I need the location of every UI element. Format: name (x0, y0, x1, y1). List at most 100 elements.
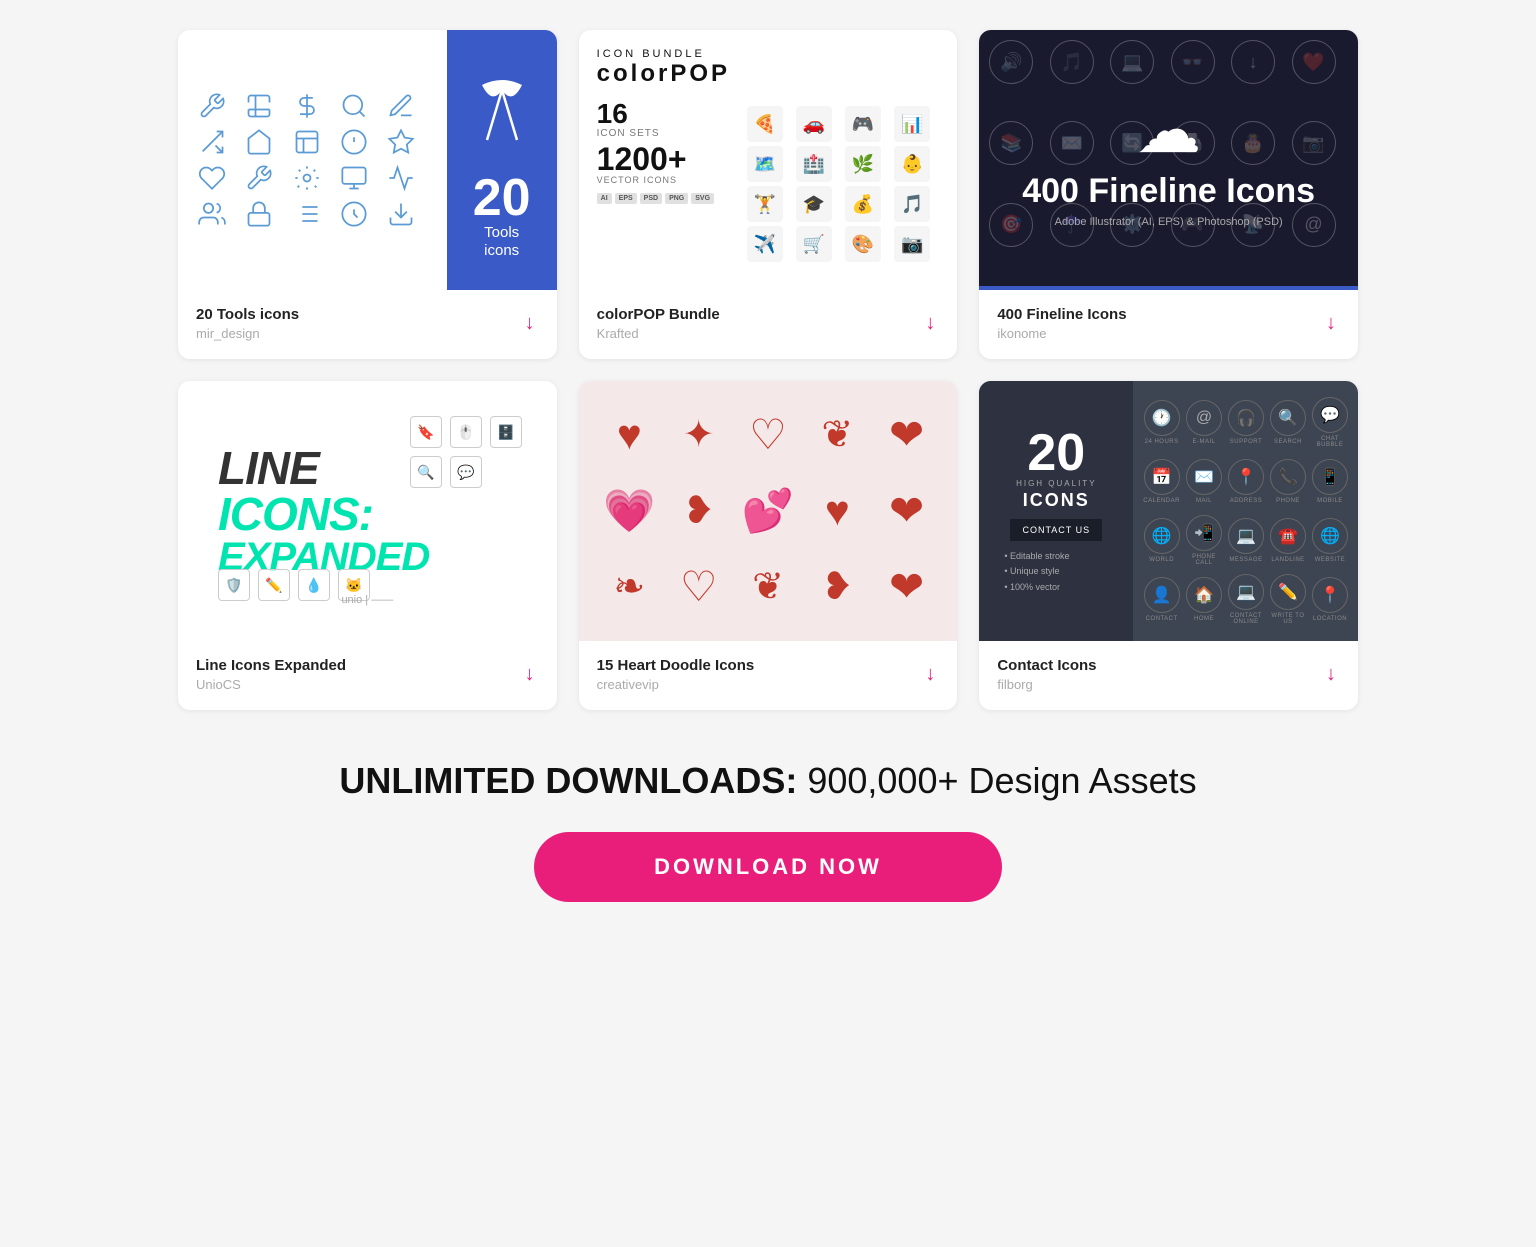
card-tools-image: 20 Toolsicons (178, 30, 557, 290)
contact-icons-label: ICONS (1023, 490, 1090, 511)
heart-2: ✦ (683, 416, 715, 454)
contact-cell-calendar: 📅 CALENDAR (1143, 459, 1180, 504)
card-contact-footer: Contact Icons filborg ↓ (979, 641, 1358, 710)
mini-icon: 🏥 (796, 146, 832, 182)
colorpop-left: 16 ICON SETS 1200+ VECTOR ICONS AI EPS P… (597, 96, 737, 272)
heart-12: ♡ (680, 566, 718, 608)
mobile-icon: 📱 (1312, 459, 1348, 495)
heart-1: ♥ (617, 414, 642, 456)
phonecall-label: PHONE CALL (1186, 554, 1222, 566)
side-icon: 💬 (450, 456, 482, 488)
colorpop-logo-sub: ICON BUNDLE (597, 48, 940, 60)
line-word: LINE (218, 445, 429, 491)
contact-bg: 20 HIGH QUALITY ICONS CONTACT US Editabl… (979, 381, 1358, 641)
card-hearts: ♥ ✦ ♡ ❦ ❤ 💗 ❥ 💕 ♥ ❤ ❧ ♡ ❦ ❥ ❤ 15 Hea (579, 381, 958, 710)
heart-10: ❤ (889, 490, 924, 532)
contact-cell-phonecall: 📲 PHONE CALL (1186, 515, 1222, 566)
contact-cell-address: 📍 ADDRESS (1228, 459, 1264, 504)
card-line-image: 🔖 🖱️ 🗄️ 🔍 💬 LINE ICONS: EXPANDED (178, 381, 557, 641)
address-icon: 📍 (1228, 459, 1264, 495)
card-tools-icons: 20 Toolsicons 20 Tools icons mir_design … (178, 30, 557, 359)
chat-label: CHAT BUBBLE (1312, 436, 1348, 448)
mini-icon: 🗺️ (747, 146, 783, 182)
pliers-icon (472, 70, 532, 162)
side-icon: 🗄️ (490, 416, 522, 448)
tools-label: Toolsicons (484, 224, 519, 260)
heart-11: ❧ (613, 568, 645, 606)
website-icon: 🌐 (1312, 518, 1348, 554)
heart-8: 💕 (742, 490, 794, 532)
mini-icon: ✈️ (747, 226, 783, 262)
line-icons-text: LINE ICONS: EXPANDED (218, 445, 429, 577)
contact-us-label: CONTACT US (1010, 519, 1102, 541)
email-label: E-MAIL (1192, 439, 1215, 445)
fi-icon: ↓ (1231, 40, 1275, 84)
fi-icon: 💻 (1110, 40, 1154, 84)
card-hearts-footer: 15 Heart Doodle Icons creativevip ↓ (579, 641, 958, 710)
colorpop-sets-label: ICON SETS (597, 128, 737, 139)
card-contact: 20 HIGH QUALITY ICONS CONTACT US Editabl… (979, 381, 1358, 710)
line-title: Line Icons Expanded (196, 657, 346, 674)
mini-icon: 🎓 (796, 186, 832, 222)
contact-person-icon: 👤 (1144, 577, 1180, 613)
badge-psd: PSD (640, 193, 662, 204)
mini-icon: 🛒 (796, 226, 832, 262)
mini-icon: 📷 (894, 226, 930, 262)
heart-3: ♡ (749, 414, 787, 456)
fineline-subtitle: Adobe Illustrator (AI, EPS) & Photoshop … (1055, 216, 1283, 228)
download-now-button[interactable]: DOWNLOAD NOW (534, 832, 1002, 902)
contact-quality: HIGH QUALITY (1016, 479, 1096, 488)
website-label: WEBSITE (1315, 557, 1346, 563)
contact-download-button[interactable]: ↓ (1322, 659, 1340, 690)
colorpop-icon-grid: 🍕 🚗 🎮 📊 🗺️ 🏥 🌿 👶 🏋️ 🎓 💰 🎵 ✈️ 🛒 (747, 96, 940, 272)
line-info: Line Icons Expanded UnioCS (196, 657, 346, 692)
mini-icon: 🎨 (845, 226, 881, 262)
unio-label: unio | —— (341, 594, 393, 606)
contact-info: Contact Icons filborg (997, 657, 1096, 692)
24h-label: 24 HOURS (1145, 439, 1179, 445)
feature-3: 100% vector (1004, 580, 1118, 595)
write-label: WRITE TO US (1270, 613, 1306, 625)
contact-cell-message: 💻 MESSAGE (1228, 518, 1264, 563)
card-colorpop: ICON BUNDLE colorPOP 16 ICON SETS 1200+ … (579, 30, 958, 359)
mini-icon: 🎵 (894, 186, 930, 222)
side-icon: 🛡️ (218, 569, 250, 601)
card-tools-footer: 20 Tools icons mir_design ↓ (178, 290, 557, 359)
phone-label: PHONE (1276, 498, 1300, 504)
contact-cell-chat: 💬 CHAT BUBBLE (1312, 397, 1348, 448)
fineline-card-title: 400 Fineline Icons (997, 306, 1126, 323)
colorpop-download-button[interactable]: ↓ (921, 308, 939, 339)
line-download-button[interactable]: ↓ (521, 659, 539, 690)
mini-icon: 👶 (894, 146, 930, 182)
contact-cell-website: 🌐 WEBSITE (1312, 518, 1348, 563)
mini-icon: 💰 (845, 186, 881, 222)
hearts-download-button[interactable]: ↓ (921, 659, 939, 690)
search-icon: 🔍 (1270, 400, 1306, 436)
phonecall-icon: 📲 (1186, 515, 1222, 551)
card-contact-image: 20 HIGH QUALITY ICONS CONTACT US Editabl… (979, 381, 1358, 641)
tools-icon-badge: 20 Toolsicons (447, 30, 557, 290)
contact-cell-24h: 🕐 24 HOURS (1144, 400, 1180, 445)
feature-2: Unique style (1004, 564, 1118, 579)
mini-icon: 📊 (894, 106, 930, 142)
heart-6: 💗 (603, 490, 655, 532)
online-label: CONTACT ONLINE (1228, 613, 1264, 625)
fineline-title: 400 Fineline Icons (1022, 173, 1315, 210)
landline-label: LANDLINE (1271, 557, 1304, 563)
tools-title: 20 Tools icons (196, 306, 299, 323)
mini-icon: 🎮 (845, 106, 881, 142)
location-label: LOCATION (1313, 616, 1347, 622)
home-label: HOME (1194, 616, 1214, 622)
tools-icon-grid (178, 30, 447, 290)
contact-person-label: CONTACT (1146, 616, 1178, 622)
hearts-title: 15 Heart Doodle Icons (597, 657, 755, 674)
badge-png: PNG (665, 193, 688, 204)
line-icons-wrap: 🔖 🖱️ 🗄️ 🔍 💬 LINE ICONS: EXPANDED (198, 401, 537, 621)
tools-download-button[interactable]: ↓ (521, 308, 539, 339)
search-label: SEARCH (1274, 439, 1302, 445)
message-icon: 💻 (1228, 518, 1264, 554)
fineline-download-button[interactable]: ↓ (1322, 308, 1340, 339)
side-icon: 🖱️ (450, 416, 482, 448)
side-icon: 💧 (298, 569, 330, 601)
card-fineline: 🔊 🎵 💻 👓 ↓ ❤️ 📚 ✉️ 🔄 🖨️ 🎂 📷 🎯 ☂️ ⚙️ 🎮 (979, 30, 1358, 359)
